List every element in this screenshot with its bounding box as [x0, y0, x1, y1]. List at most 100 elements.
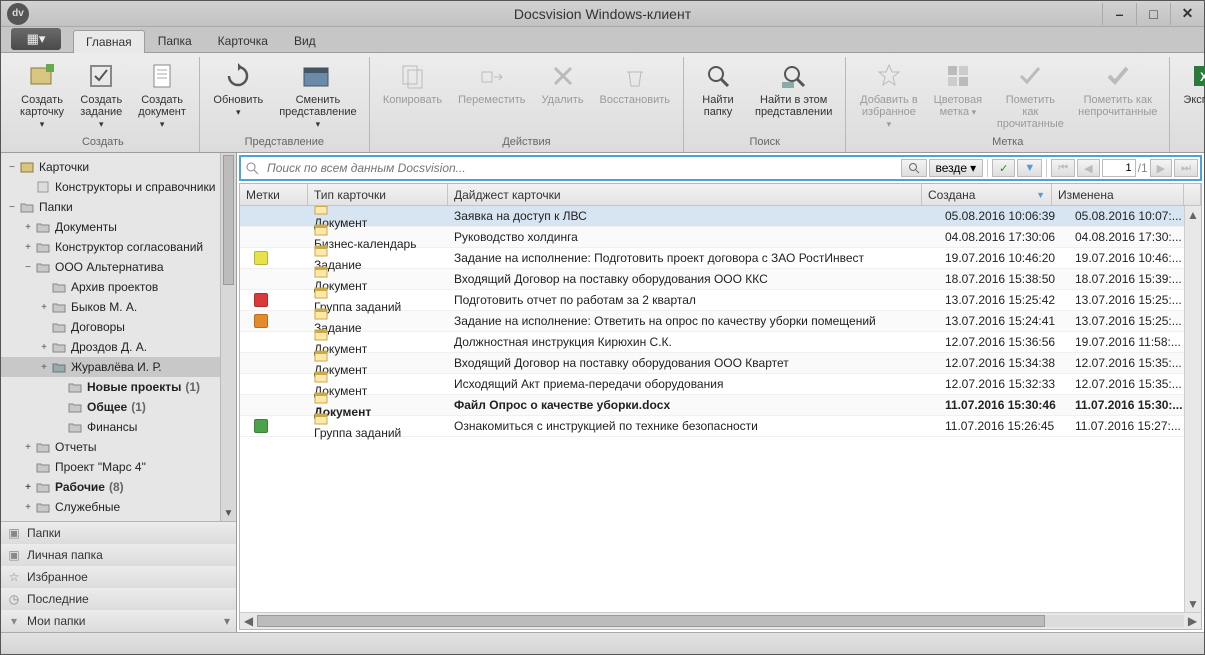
sidepanel-header[interactable]: ▣Папки: [1, 522, 236, 544]
tree-item[interactable]: +Рабочие(8): [1, 477, 236, 497]
restore-button[interactable]: Восстановить: [593, 57, 677, 134]
tree-item-label: Папки: [39, 200, 73, 214]
tree-item[interactable]: +Конструктор согласований: [1, 237, 236, 257]
page-last-button[interactable]: ⏭: [1174, 159, 1198, 177]
grid-body[interactable]: ДокументЗаявка на доступ к ЛВС05.08.2016…: [240, 206, 1201, 612]
create-task-button[interactable]: Создать задание: [73, 57, 129, 134]
search-scope-label: везде: [936, 161, 968, 175]
folder-tree[interactable]: −Карточки Конструкторы и справочники − Папк…: [1, 153, 236, 521]
tree-item[interactable]: Конструкторы и справочники: [1, 177, 236, 197]
delete-icon: [547, 60, 579, 92]
status-bar: [1, 632, 1204, 654]
tree-expander-icon[interactable]: +: [37, 342, 51, 353]
mark-read-button[interactable]: Пометить как прочитанные: [990, 57, 1070, 134]
color-mark-button[interactable]: Цветовая метка: [927, 57, 988, 134]
cell-mark: [240, 419, 308, 433]
search-scope-button[interactable]: везде▾: [929, 159, 984, 177]
tab-main[interactable]: Главная: [73, 30, 145, 53]
sidepanel-header[interactable]: ◷Последние: [1, 588, 236, 610]
tree-item[interactable]: Архив проектов: [1, 277, 236, 297]
tree-expander-icon[interactable]: +: [21, 502, 35, 513]
filter-funnel-button[interactable]: ▼: [1017, 159, 1042, 177]
grid-scrollbar-v[interactable]: ▲▼: [1184, 206, 1201, 612]
col-header-mark[interactable]: Метки: [240, 184, 308, 205]
change-view-button[interactable]: Сменить представление: [273, 57, 363, 134]
folder-icon: [35, 480, 51, 494]
maximize-button[interactable]: □: [1136, 3, 1170, 25]
tree-item[interactable]: +Быков М. А.: [1, 297, 236, 317]
tree-item[interactable]: +Служебные: [1, 497, 236, 517]
tree-expander-icon[interactable]: +: [21, 482, 35, 493]
tree-item-label: Конструкторы и справочники: [55, 180, 215, 194]
grid-scrollbar-h[interactable]: ◀▶: [240, 612, 1201, 629]
sidepanel-header[interactable]: ▾Мои папки▾: [1, 610, 236, 632]
page-next-button[interactable]: ▶: [1150, 159, 1172, 177]
create-doc-button[interactable]: Создать документ: [131, 57, 192, 134]
tab-view[interactable]: Вид: [281, 29, 329, 52]
col-header-modified[interactable]: Изменена: [1052, 184, 1184, 205]
doc-new-icon: [146, 60, 178, 92]
tree-item[interactable]: Проект "Марс 4": [1, 457, 236, 477]
sidepanel-label: Последние: [27, 592, 89, 606]
tree-expander-icon[interactable]: −: [21, 262, 35, 273]
tree-expander-icon[interactable]: +: [37, 362, 51, 373]
cell-created: 12.07.2016 15:36:56: [939, 335, 1069, 349]
folder-icon: [35, 520, 51, 521]
tree-expander-icon[interactable]: −: [5, 202, 19, 213]
check-bold-icon: [1102, 60, 1134, 92]
folder-icon: [35, 460, 51, 474]
folder-icon: [35, 220, 51, 234]
page-prev-button[interactable]: ◀: [1077, 159, 1099, 177]
find-folder-button[interactable]: Найти папку: [690, 57, 746, 134]
close-button[interactable]: ✕: [1170, 3, 1204, 25]
check-icon: [1014, 60, 1046, 92]
col-header-created[interactable]: Создана▼: [922, 184, 1052, 205]
tree-item[interactable]: − Папки: [1, 197, 236, 217]
cell-digest: Руководство холдинга: [448, 230, 939, 244]
create-card-button[interactable]: Создать карточку: [13, 57, 71, 134]
tree-item[interactable]: +Отчеты: [1, 437, 236, 457]
copy-button[interactable]: Копировать: [376, 57, 449, 134]
table-row[interactable]: Группа заданийОзнакомиться с инструкцией…: [240, 416, 1201, 437]
sidepanel-header[interactable]: ▣Личная папка: [1, 544, 236, 566]
tree-expander-icon[interactable]: +: [21, 242, 35, 253]
folder-icon: [35, 240, 51, 254]
mark-unread-button[interactable]: Пометить как непрочитанные: [1072, 57, 1163, 134]
tree-expander-icon[interactable]: +: [21, 442, 35, 453]
minimize-button[interactable]: –: [1102, 3, 1136, 25]
col-header-type[interactable]: Тип карточки: [308, 184, 448, 205]
tree-item[interactable]: Договоры: [1, 317, 236, 337]
tree-item[interactable]: Новые проекты(1): [1, 377, 236, 397]
tab-folder[interactable]: Папка: [145, 29, 205, 52]
add-favorite-button[interactable]: Добавить в избранное: [852, 57, 925, 134]
export-button[interactable]: XЭкспорт: [1176, 57, 1205, 134]
app-menu-button[interactable]: ▦▾: [11, 28, 61, 50]
tree-item[interactable]: Общее(1): [1, 397, 236, 417]
cell-digest: Файл Опрос о качестве уборки.docx: [448, 398, 939, 412]
tree-item[interactable]: −Карточки: [1, 157, 236, 177]
move-button[interactable]: Переместить: [451, 57, 532, 134]
tree-item[interactable]: −ООО Альтернатива: [1, 257, 236, 277]
folder-icon: [51, 340, 67, 354]
tree-expander-icon[interactable]: +: [37, 302, 51, 313]
tree-item[interactable]: Согласование(1): [1, 517, 236, 521]
tree-item[interactable]: +Дроздов Д. А.: [1, 337, 236, 357]
tree-item[interactable]: Финансы: [1, 417, 236, 437]
tree-item[interactable]: +Журавлёва И. Р.: [1, 357, 236, 377]
sidebar: −Карточки Конструкторы и справочники − Папк…: [1, 153, 237, 632]
tree-item[interactable]: +Документы: [1, 217, 236, 237]
search-run-button[interactable]: [901, 159, 927, 177]
delete-button[interactable]: Удалить: [535, 57, 591, 134]
tree-expander-icon[interactable]: +: [21, 222, 35, 233]
filter-check-button[interactable]: ✓: [992, 159, 1015, 177]
page-number-input[interactable]: [1102, 159, 1136, 177]
page-first-button[interactable]: ⏮: [1051, 159, 1075, 177]
search-input[interactable]: [263, 159, 899, 177]
sidepanel-header[interactable]: ☆Избранное: [1, 566, 236, 588]
refresh-button[interactable]: Обновить: [206, 57, 271, 134]
find-in-view-button[interactable]: Найти в этом представлении: [748, 57, 839, 134]
tab-card[interactable]: Карточка: [205, 29, 281, 52]
tree-scrollbar[interactable]: ▲▼: [220, 153, 236, 521]
col-header-digest[interactable]: Дайджест карточки: [448, 184, 922, 205]
tree-expander-icon[interactable]: −: [5, 162, 19, 173]
